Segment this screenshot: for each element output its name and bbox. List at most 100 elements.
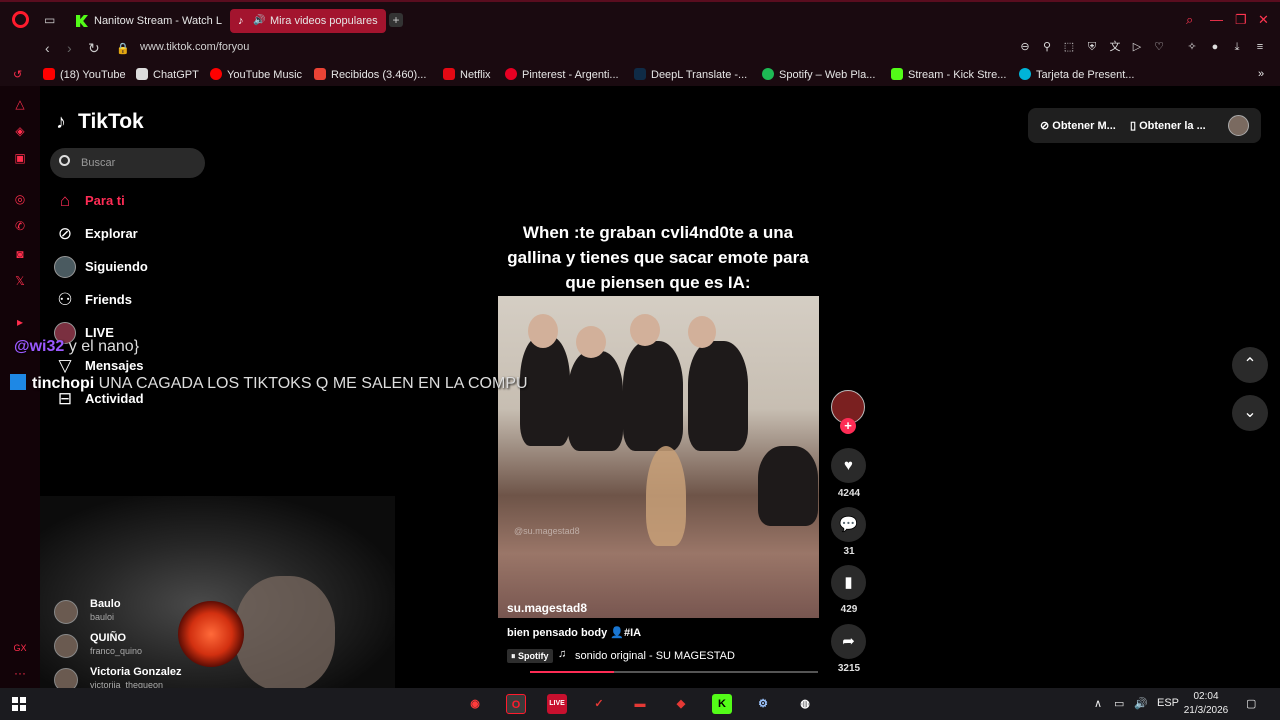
tab-menu-icon[interactable]: ▭ bbox=[44, 13, 55, 27]
snapshot-icon[interactable]: ⬚ bbox=[1062, 40, 1076, 54]
whatsapp-icon[interactable]: ✆ bbox=[13, 219, 27, 233]
taskbar-steam-icon[interactable]: ⚙ bbox=[753, 694, 773, 714]
back-icon[interactable]: ‹ bbox=[45, 40, 50, 56]
chat-text: y el nano} bbox=[68, 338, 140, 355]
translate-icon[interactable]: 文 bbox=[1108, 40, 1122, 54]
windows-logo-icon bbox=[20, 697, 26, 703]
twitch-icon[interactable]: ▣ bbox=[13, 151, 27, 165]
spotify-tag[interactable]: ⏸ Spotify bbox=[507, 649, 553, 663]
more-icon[interactable]: ··· bbox=[13, 666, 27, 680]
comment-button[interactable]: 💬 bbox=[831, 507, 866, 542]
forward-icon[interactable]: › bbox=[67, 40, 72, 56]
tiktok-logo[interactable]: ♪ TikTok bbox=[56, 110, 144, 134]
maximize-button[interactable]: ❐ bbox=[1235, 12, 1247, 28]
bookmark-netflix[interactable]: Netflix bbox=[443, 68, 491, 81]
minimize-button[interactable]: — bbox=[1210, 12, 1223, 27]
gmail-icon bbox=[314, 68, 326, 80]
get-app-button[interactable]: ▯ Obtener la ... bbox=[1130, 119, 1206, 132]
video-player[interactable]: @su.magestad8 su.magestad8 bbox=[498, 296, 819, 618]
get-coins-label: Obtener M... bbox=[1052, 120, 1116, 132]
share-button[interactable]: ➦ bbox=[831, 624, 866, 659]
crypto-wallet-icon[interactable]: ◈ bbox=[13, 124, 27, 138]
video-progress-fill bbox=[530, 671, 614, 673]
browser-tab-bar: ▭ Nanitow Stream - Watch L ♪ 🔊 Mira vide… bbox=[0, 0, 1280, 36]
player-icon[interactable]: ▸ bbox=[13, 315, 27, 329]
bookmark-youtube[interactable]: (18) YouTube bbox=[43, 68, 126, 81]
taskbar-app-icon[interactable]: LIVE bbox=[547, 694, 567, 714]
instagram-icon[interactable]: ◙ bbox=[13, 247, 27, 261]
windows-start-button[interactable] bbox=[12, 697, 26, 711]
friends-icon: ⚇ bbox=[57, 290, 73, 309]
account-name: Baulo bbox=[90, 598, 121, 610]
bookmark-gmail[interactable]: Recibidos (3.460)... bbox=[314, 68, 426, 81]
taskbar-app-icon[interactable]: ◍ bbox=[795, 694, 815, 714]
video-description: bien pensado body 👤#IA bbox=[507, 627, 642, 639]
heart-icon[interactable]: ♡ bbox=[1152, 40, 1166, 54]
network-icon[interactable]: ▭ bbox=[1114, 697, 1124, 710]
notifications-icon[interactable]: ▢ bbox=[1246, 697, 1256, 710]
tab-kick-stream[interactable]: Nanitow Stream - Watch L bbox=[68, 9, 224, 33]
profile-icon[interactable]: ● bbox=[1208, 40, 1222, 54]
previous-video-button[interactable]: ⌃ bbox=[1232, 347, 1268, 383]
taskbar-app-icon[interactable]: ✓ bbox=[589, 694, 609, 714]
tab-tiktok[interactable]: ♪ 🔊 Mira videos populares bbox=[230, 9, 386, 33]
gx-icon[interactable]: GX bbox=[13, 641, 27, 655]
bookmark-tarjeta[interactable]: Tarjeta de Present... bbox=[1019, 68, 1134, 81]
tray-expand-icon[interactable]: ∧ bbox=[1094, 697, 1102, 710]
pin-icon[interactable]: ⚲ bbox=[1040, 40, 1054, 54]
taskbar-app-icon[interactable]: ▬ bbox=[630, 694, 650, 714]
shield-icon[interactable]: ⛨ bbox=[1085, 40, 1099, 54]
account-handle: bauloi bbox=[90, 612, 115, 622]
reload-icon[interactable]: ↻ bbox=[88, 40, 100, 57]
taskbar-opera-icon[interactable]: O bbox=[506, 694, 526, 714]
user-avatar[interactable] bbox=[1228, 115, 1249, 136]
taskbar-app-icon[interactable]: ◉ bbox=[465, 694, 485, 714]
volume-icon[interactable]: 🔊 bbox=[1134, 697, 1148, 710]
video-username[interactable]: su.magestad8 bbox=[507, 601, 587, 615]
bookmark-pinterest[interactable]: Pinterest - Argenti... bbox=[505, 68, 619, 81]
taskbar-app-icon[interactable]: ◆ bbox=[671, 694, 691, 714]
bookmarks-bar: ↺ (18) YouTube ChatGPT YouTube Music Rec… bbox=[0, 62, 1280, 86]
get-coins-button[interactable]: ⊘ Obtener M... bbox=[1040, 119, 1116, 132]
x-twitter-icon[interactable]: 𝕏 bbox=[13, 274, 27, 288]
messenger-icon[interactable]: ◎ bbox=[13, 192, 27, 206]
system-clock[interactable]: 02:04 21/3/2026 bbox=[1180, 690, 1232, 718]
zoom-icon[interactable]: ⊖ bbox=[1018, 40, 1032, 54]
sound-name[interactable]: sonido original - SU MAGESTAD bbox=[575, 650, 735, 662]
bookmark-spotify[interactable]: Spotify – Web Pla... bbox=[762, 68, 875, 81]
bookmark-label: DeepL Translate -... bbox=[651, 69, 748, 81]
taskbar-kick-icon[interactable]: K bbox=[712, 694, 732, 714]
download-icon[interactable]: ⤓ bbox=[1230, 40, 1244, 54]
follow-plus-icon[interactable]: + bbox=[840, 418, 856, 434]
account-avatar bbox=[54, 634, 78, 658]
bookmark-youtube-music[interactable]: YouTube Music bbox=[210, 68, 302, 81]
share-icon: ➦ bbox=[842, 633, 855, 650]
player-icon[interactable]: ▷ bbox=[1130, 40, 1144, 54]
search-input[interactable]: Buscar bbox=[50, 148, 205, 178]
history-icon[interactable]: ↺ bbox=[13, 68, 22, 81]
lock-icon: 🔒 bbox=[116, 43, 130, 55]
extensions-icon[interactable]: ✧ bbox=[1185, 40, 1199, 54]
new-tab-button[interactable]: + bbox=[389, 13, 403, 27]
search-icon[interactable]: ⌕ bbox=[1186, 12, 1193, 28]
next-video-button[interactable]: ⌄ bbox=[1232, 395, 1268, 431]
url-field[interactable]: www.tiktok.com/foryou bbox=[140, 41, 249, 53]
bookmark-deepl[interactable]: DeepL Translate -... bbox=[634, 68, 747, 81]
bookmark-label: YouTube Music bbox=[227, 69, 303, 81]
bookmark-kick[interactable]: Stream - Kick Stre... bbox=[891, 68, 1006, 81]
speaker-icon[interactable]: 🔊 bbox=[253, 9, 265, 33]
chat-username: @wi32 bbox=[14, 338, 65, 355]
like-button[interactable]: ♥ bbox=[831, 448, 866, 483]
more-bookmarks-icon[interactable]: » bbox=[1258, 68, 1264, 80]
video-progress-bar[interactable] bbox=[530, 671, 818, 673]
chat-username: tinchopi bbox=[32, 375, 95, 392]
menu-label: Explorar bbox=[85, 226, 138, 241]
close-button[interactable]: ✕ bbox=[1258, 12, 1269, 28]
netflix-icon bbox=[443, 68, 455, 80]
language-indicator[interactable]: ESP bbox=[1157, 697, 1179, 709]
save-button[interactable]: ▮ bbox=[831, 565, 866, 600]
aria-icon[interactable]: △ bbox=[13, 97, 27, 111]
bookmark-chatgpt[interactable]: ChatGPT bbox=[136, 68, 199, 81]
opera-logo-icon[interactable] bbox=[12, 11, 29, 28]
menu-icon[interactable]: ≡ bbox=[1253, 40, 1267, 54]
